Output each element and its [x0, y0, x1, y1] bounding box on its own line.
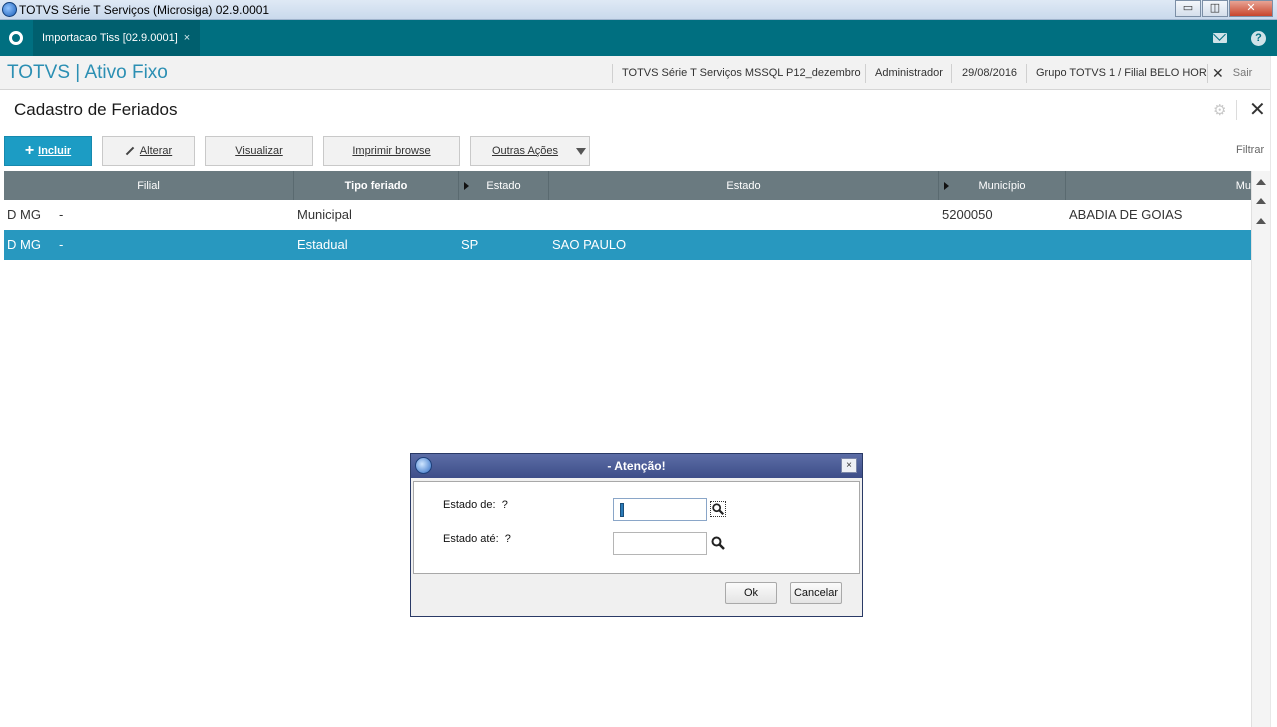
dialog-close-button[interactable]: × — [841, 458, 857, 473]
column-header-municipio[interactable]: Mu — [1066, 171, 1251, 200]
company-info[interactable]: Grupo TOTVS 1 / Filial BELO HOR — [1036, 56, 1207, 90]
expand-arrow-icon — [944, 182, 949, 190]
table-row[interactable]: D MG - Municipal 5200050 ABADIA DE GOIAS — [4, 200, 1251, 230]
scroll-up-icon[interactable] — [1256, 218, 1266, 224]
column-header-estado[interactable]: Estado — [549, 171, 939, 200]
cell-filial: D MG — [7, 207, 41, 222]
help-icon: ? — [1251, 30, 1266, 46]
tab-label: Importacao Tiss [02.9.0001] — [42, 32, 178, 44]
home-icon — [9, 31, 23, 45]
messages-button[interactable] — [1203, 20, 1237, 56]
grid-header: Filial Tipo feriado Estado Estado Municí… — [4, 171, 1251, 200]
tab-close-icon[interactable]: × — [184, 32, 190, 44]
estado-ate-input[interactable] — [613, 532, 707, 555]
date-info[interactable]: 29/08/2016 — [962, 56, 1017, 90]
column-header-municipio-cod[interactable]: Município — [939, 171, 1066, 200]
grid-scrollbar[interactable] — [1251, 171, 1270, 727]
close-icon: ✕ — [1212, 64, 1224, 81]
table-row-selected[interactable]: D MG - Estadual SP SAO PAULO — [4, 230, 1251, 260]
page-title: Cadastro de Feriados — [14, 100, 178, 119]
column-header-filial[interactable]: Filial — [4, 171, 294, 200]
help-button[interactable]: ? — [1240, 20, 1277, 56]
window-right-edge — [1270, 56, 1277, 727]
column-header-label: Município — [978, 179, 1026, 192]
dialog-titlebar: - Atenção! × — [411, 454, 862, 478]
cell-estado: SAO PAULO — [552, 237, 627, 252]
estado-de-input[interactable] — [613, 498, 707, 521]
outras-label: Outras Ações — [492, 145, 559, 157]
home-button[interactable] — [0, 20, 32, 56]
scroll-page-up-icon[interactable] — [1256, 198, 1266, 204]
filter-link[interactable]: Filtrar — [1236, 144, 1264, 156]
dialog-title: - Atenção! — [607, 459, 666, 473]
imprimir-browse-button[interactable]: Imprimir browse — [323, 136, 460, 166]
incluir-label: Incluir — [38, 145, 72, 157]
cell-tipo: Municipal — [297, 207, 352, 222]
chevron-down-icon — [576, 148, 586, 155]
estado-de-label-text: Estado de: — [443, 499, 496, 511]
cell-separator: - — [59, 207, 64, 222]
estado-de-label: Estado de: ? — [443, 499, 508, 511]
search-icon[interactable] — [710, 501, 726, 517]
header-divider — [612, 64, 613, 83]
plus-icon: + — [24, 142, 35, 159]
text-cursor — [620, 503, 624, 517]
minimize-button[interactable]: ▭ — [1175, 0, 1201, 17]
estado-de-question: ? — [501, 499, 508, 511]
ok-button[interactable]: Ok — [725, 582, 777, 604]
cell-uf: SP — [461, 237, 479, 252]
cancel-button[interactable]: Cancelar — [790, 582, 842, 604]
alterar-label: Alterar — [139, 145, 173, 157]
exit-label: Sair — [1232, 67, 1253, 79]
gear-icon[interactable]: ⚙ — [1213, 103, 1227, 118]
exit-button[interactable]: ✕ Sair — [1212, 56, 1252, 90]
header-divider — [1026, 64, 1027, 83]
divider — [1236, 100, 1237, 120]
maximize-button[interactable]: ◫ — [1202, 0, 1228, 17]
window-title: TOTVS Série T Serviços (Microsiga) 02.9.… — [19, 3, 270, 17]
imprimir-label: Imprimir browse — [352, 145, 431, 157]
window-titlebar: TOTVS Série T Serviços (Microsiga) 02.9.… — [0, 0, 1277, 20]
cell-municipio: ABADIA DE GOIAS — [1069, 207, 1183, 222]
column-header-estado-uf[interactable]: Estado — [459, 171, 549, 200]
visualizar-button[interactable]: Visualizar — [205, 136, 313, 166]
pencil-icon — [125, 146, 135, 156]
window-controls: ▭ ◫ ✕ — [1174, 0, 1273, 17]
expand-arrow-icon — [464, 182, 469, 190]
tab-importacao-tiss[interactable]: Importacao Tiss [02.9.0001] × — [33, 20, 201, 56]
column-header-tipo-feriado[interactable]: Tipo feriado — [294, 171, 459, 200]
mail-icon — [1213, 33, 1227, 43]
estado-ate-label-text: Estado até: — [443, 533, 499, 545]
user-info[interactable]: Administrador — [875, 56, 943, 90]
dialog-body: Estado de: ? Estado até: ? — [413, 481, 860, 574]
scroll-top-icon[interactable] — [1256, 179, 1266, 185]
cell-filial: D MG — [7, 237, 41, 252]
app-header: TOTVS | Ativo Fixo TOTVS Série T Serviço… — [0, 56, 1277, 90]
incluir-button[interactable]: + Incluir — [4, 136, 92, 166]
cell-municipio-code: 5200050 — [942, 207, 993, 222]
window-close-button[interactable]: ✕ — [1229, 0, 1273, 17]
cell-separator: - — [59, 237, 64, 252]
estado-ate-question: ? — [504, 533, 511, 545]
header-divider — [1207, 64, 1208, 83]
estado-ate-label: Estado até: ? — [443, 533, 511, 545]
close-page-button[interactable]: ✕ — [1249, 100, 1266, 120]
visualizar-label: Visualizar — [235, 145, 283, 157]
search-icon[interactable] — [710, 535, 726, 551]
outras-acoes-button[interactable]: Outras Ações — [470, 136, 590, 166]
header-divider — [865, 64, 866, 83]
app-icon — [2, 2, 17, 17]
module-title: TOTVS | Ativo Fixo — [7, 62, 168, 83]
tab-bar: Importacao Tiss [02.9.0001] × ? — [0, 20, 1277, 56]
environment-info[interactable]: TOTVS Série T Serviços MSSQL P12_dezembr… — [622, 56, 861, 90]
column-header-label: Estado — [486, 179, 521, 192]
alterar-button[interactable]: Alterar — [102, 136, 195, 166]
cell-tipo: Estadual — [297, 237, 348, 252]
header-divider — [951, 64, 952, 83]
